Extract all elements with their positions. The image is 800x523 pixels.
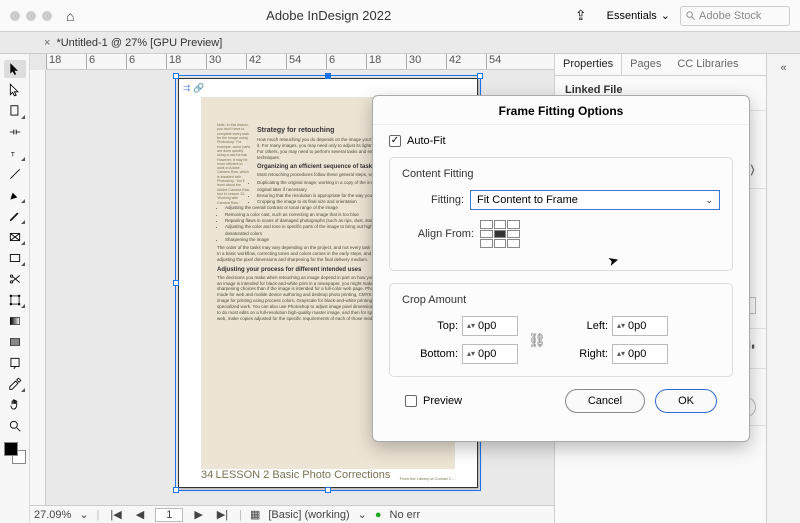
dialog-title: Frame Fitting Options [373, 96, 749, 125]
handle-ne[interactable] [477, 73, 483, 79]
content-fitting-group: Content Fitting Fitting: Fit Content to … [389, 157, 733, 271]
window-controls[interactable] [10, 11, 52, 21]
app-title: Adobe InDesign 2022 [92, 8, 564, 23]
link-badge-icon[interactable]: ⮆🔗 [183, 83, 203, 93]
chevron-down-icon: ⌄ [661, 9, 670, 22]
preview-checkbox[interactable] [405, 395, 417, 407]
content-fitting-title: Content Fitting [402, 168, 720, 180]
free-transform-tool[interactable] [4, 291, 26, 309]
hand-tool[interactable] [4, 396, 26, 414]
scissors-tool[interactable] [4, 270, 26, 288]
close-window-icon[interactable] [10, 11, 20, 21]
first-page-button[interactable]: |◀ [107, 508, 124, 521]
fitting-select[interactable]: Fit Content to Frame ⌄ [470, 190, 720, 210]
title-bar: ⌂ Adobe InDesign 2022 ⇪ Essentials ⌄ Ado… [0, 0, 800, 32]
autofit-checkbox[interactable] [389, 135, 401, 147]
status-label[interactable]: [Basic] (working) [268, 509, 349, 521]
workspace-label: Essentials [607, 10, 657, 22]
preflight-label[interactable]: No err [390, 509, 421, 521]
bottom-field[interactable]: ▴▾0p0 [462, 344, 518, 364]
line-tool[interactable] [4, 165, 26, 183]
search-placeholder: Adobe Stock [699, 10, 761, 22]
handle-w[interactable] [173, 280, 179, 286]
cancel-button[interactable]: Cancel [565, 389, 645, 413]
rectangle-frame-tool[interactable] [4, 228, 26, 246]
fitting-label: Fitting: [402, 194, 464, 206]
frame-fitting-dialog: Frame Fitting Options Auto-Fit Content F… [372, 95, 750, 442]
link-chain-icon[interactable]: ⛓ [522, 332, 552, 349]
toolbox: T [0, 54, 30, 523]
pencil-tool[interactable] [4, 207, 26, 225]
align-from-grid[interactable] [480, 220, 520, 248]
home-icon[interactable]: ⌂ [66, 8, 74, 24]
side-note: Note: In this lesson, you don't have to … [217, 123, 251, 205]
ruler-horizontal[interactable]: 186618304254618304254 [46, 54, 554, 70]
fitting-value: Fit Content to Frame [477, 194, 578, 206]
document-tab[interactable]: × *Untitled-1 @ 27% [GPU Preview] [44, 37, 222, 49]
top-label: Top: [402, 320, 462, 332]
chevron-down-icon[interactable]: ⌄ [79, 508, 88, 521]
direct-selection-tool[interactable] [4, 81, 26, 99]
tab-cc-libraries[interactable]: CC Libraries [669, 54, 746, 75]
next-page-button[interactable]: ▶ [191, 508, 205, 521]
crop-amount-title: Crop Amount [402, 294, 720, 306]
document-tab-label: *Untitled-1 @ 27% [GPU Preview] [56, 37, 222, 49]
note-tool[interactable] [4, 354, 26, 372]
autofit-label: Auto-Fit [407, 135, 446, 147]
right-field[interactable]: ▴▾0p0 [612, 344, 668, 364]
page-tool[interactable] [4, 102, 26, 120]
gradient-swatch-tool[interactable] [4, 312, 26, 330]
workspace-selector[interactable]: Essentials ⌄ [607, 9, 670, 22]
page-number: 34 LESSON 2 Basic Photo Corrections [201, 469, 390, 481]
prev-page-button[interactable]: ◀ [133, 508, 147, 521]
page-field[interactable]: 1 [155, 508, 183, 522]
handle-s[interactable] [325, 487, 331, 493]
preview-label: Preview [423, 395, 462, 407]
tab-properties[interactable]: Properties [555, 54, 622, 75]
search-icon [685, 10, 696, 21]
handle-nw[interactable] [173, 73, 179, 79]
document-tab-bar: × *Untitled-1 @ 27% [GPU Preview] [0, 32, 800, 54]
zoom-tool[interactable] [4, 417, 26, 435]
zoom-level[interactable]: 27.09% [34, 509, 71, 521]
close-tab-icon[interactable]: × [44, 37, 50, 49]
gradient-feather-tool[interactable] [4, 333, 26, 351]
svg-text:T: T [10, 152, 14, 159]
handle-n[interactable] [325, 73, 331, 79]
stock-search-input[interactable]: Adobe Stock [680, 6, 790, 26]
rail-button[interactable]: « [773, 58, 795, 78]
left-label: Left: [552, 320, 612, 332]
last-page-button[interactable]: ▶| [214, 508, 231, 521]
panel-tabs: Properties Pages CC Libraries [555, 54, 766, 76]
chevron-down-icon: ⌄ [705, 195, 713, 206]
fill-swatch[interactable] [4, 442, 18, 456]
pen-tool[interactable] [4, 186, 26, 204]
fill-stroke-swatch[interactable] [4, 442, 26, 464]
status-bar: 27.09% ⌄ | |◀ ◀ 1 ▶ ▶| | ▦ [Basic] (work… [30, 505, 554, 523]
ruler-vertical[interactable] [30, 70, 46, 523]
page-footer: From the Library of Conrad C... [400, 476, 455, 481]
type-tool[interactable]: T [4, 144, 26, 162]
rectangle-tool[interactable] [4, 249, 26, 267]
gap-tool[interactable] [4, 123, 26, 141]
ok-button[interactable]: OK [655, 389, 717, 413]
open-nav-icon[interactable]: ▦ [250, 508, 260, 521]
bottom-label: Bottom: [402, 348, 462, 360]
chevron-down-icon[interactable]: ⌄ [358, 508, 367, 521]
top-field[interactable]: ▴▾0p0 [462, 316, 518, 336]
crop-amount-group: Crop Amount Top: ▴▾0p0 ⛓ Left: ▴▾0p0 Bot… [389, 283, 733, 377]
right-label: Right: [552, 348, 612, 360]
zoom-window-icon[interactable] [42, 11, 52, 21]
share-icon[interactable]: ⇪ [575, 7, 587, 24]
right-rail: « [766, 54, 800, 523]
minimize-window-icon[interactable] [26, 11, 36, 21]
selection-tool[interactable] [4, 60, 26, 78]
preflight-icon[interactable]: ● [375, 509, 382, 521]
left-field[interactable]: ▴▾0p0 [612, 316, 668, 336]
align-from-label: Align From: [402, 228, 474, 240]
handle-sw[interactable] [173, 487, 179, 493]
tab-pages[interactable]: Pages [622, 54, 669, 75]
eyedropper-tool[interactable] [4, 375, 26, 393]
